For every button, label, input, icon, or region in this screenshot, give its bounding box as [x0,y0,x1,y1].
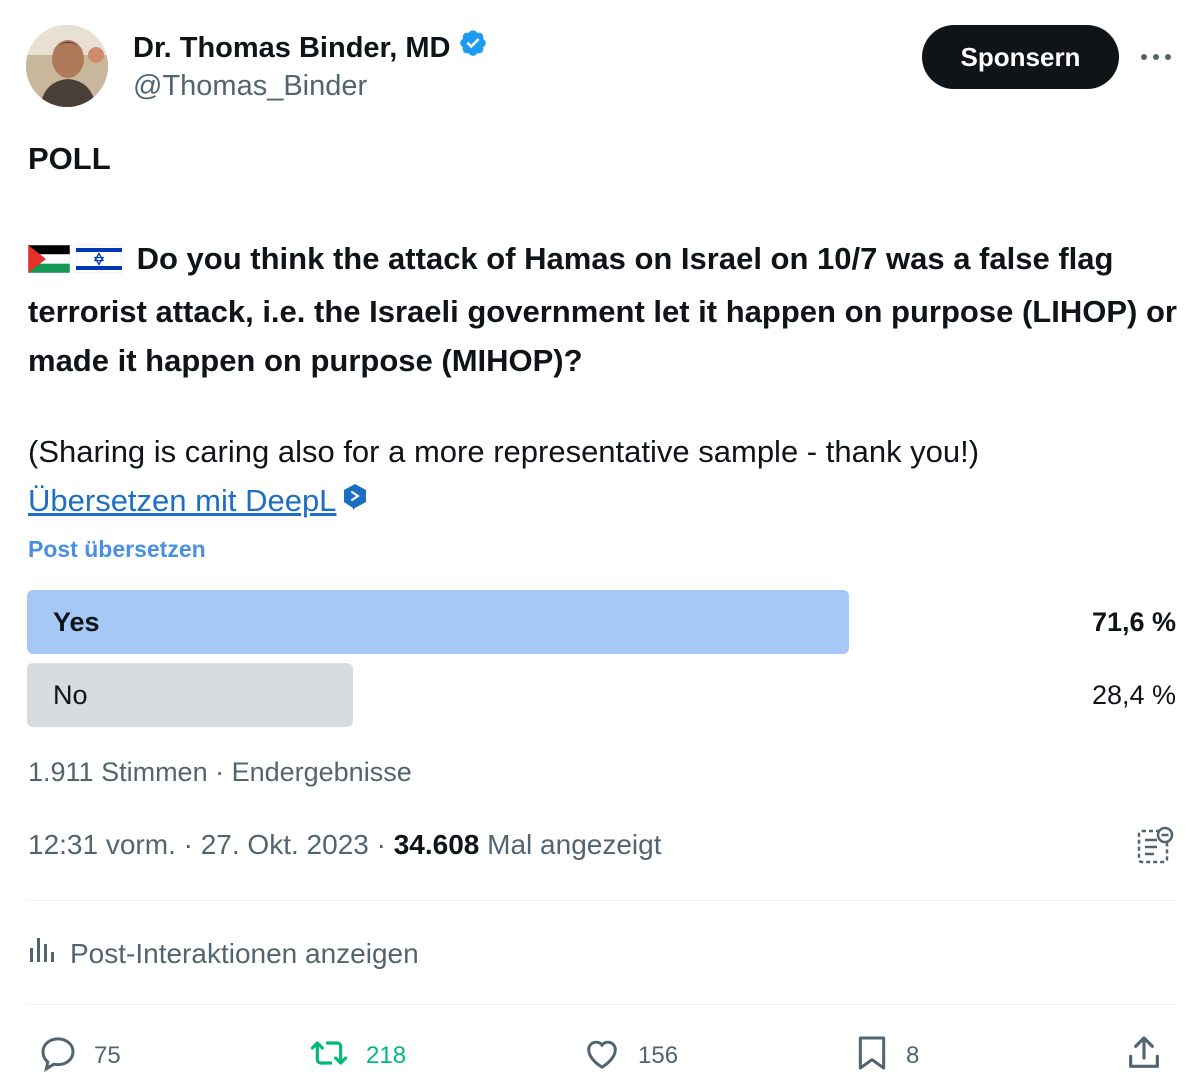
post-time[interactable]: 12:31 vorm. · 27. Okt. 2023 · [28,829,394,860]
translate-post-link[interactable]: Post übersetzen [28,534,206,564]
post-interactions-link[interactable]: Post-Interaktionen anzeigen [28,934,419,973]
israel-flag-icon [75,238,123,287]
question-text: Do you think the attack of Hamas on Isra… [28,241,1177,378]
sharing-text: (Sharing is caring also for a more repre… [28,434,980,469]
like-count: 156 [638,1042,679,1069]
retweet-icon [306,1033,352,1080]
poll-option-label: No [53,680,88,710]
bookmark-icon [852,1031,892,1082]
reply-icon [36,1033,80,1080]
poll-option-percent: 71,6 % [1091,607,1176,637]
retweet-button[interactable]: 218 [306,1034,406,1078]
more-options-icon[interactable] [1136,38,1176,76]
reply-button[interactable]: 75 [36,1034,121,1078]
interactions-label[interactable]: Post-Interaktionen anzeigen [70,936,419,972]
reply-count: 75 [94,1042,121,1069]
poll-votes: 1.911 Stimmen · Endergebnisse [28,757,412,787]
bookmark-button[interactable]: 8 [852,1034,919,1078]
view-count: 34.608 [393,829,480,860]
view-count-label: Mal angezeigt [479,829,662,860]
deepl-translate-link[interactable]: Übersetzen mit DeepL [28,479,368,523]
bookmark-count: 8 [906,1042,920,1069]
deepl-link-label[interactable]: Übersetzen mit DeepL [28,479,336,523]
heart-icon [580,1033,624,1080]
deepl-icon [342,479,368,523]
author-avatar[interactable] [26,25,108,107]
post-summary-icon[interactable] [1136,826,1176,866]
verified-badge-icon [458,28,488,67]
poll-option-percent: 28,4 % [1091,680,1176,710]
author-name[interactable]: Dr. Thomas Binder, MD [133,30,450,66]
analytics-icon [28,934,56,973]
like-button[interactable]: 156 [580,1034,678,1078]
share-button[interactable] [1124,1034,1164,1078]
divider [28,1004,1176,1005]
palestine-flag-icon [27,238,71,287]
post-question: Do you think the attack of Hamas on Isra… [27,234,1178,385]
poll-option-bar [27,590,849,654]
author-name-row[interactable]: Dr. Thomas Binder, MD [133,28,488,67]
post-title: POLL [28,141,111,176]
share-icon [1124,1033,1164,1080]
sponsor-button[interactable]: Sponsern [922,25,1119,89]
poll-option-label: Yes [53,607,100,637]
retweet-count: 218 [366,1042,407,1069]
divider [28,900,1176,901]
post-timestamp[interactable]: 12:31 vorm. · 27. Okt. 2023 · 34.608 Mal… [28,827,661,863]
author-handle[interactable]: @Thomas_Binder [133,68,367,104]
